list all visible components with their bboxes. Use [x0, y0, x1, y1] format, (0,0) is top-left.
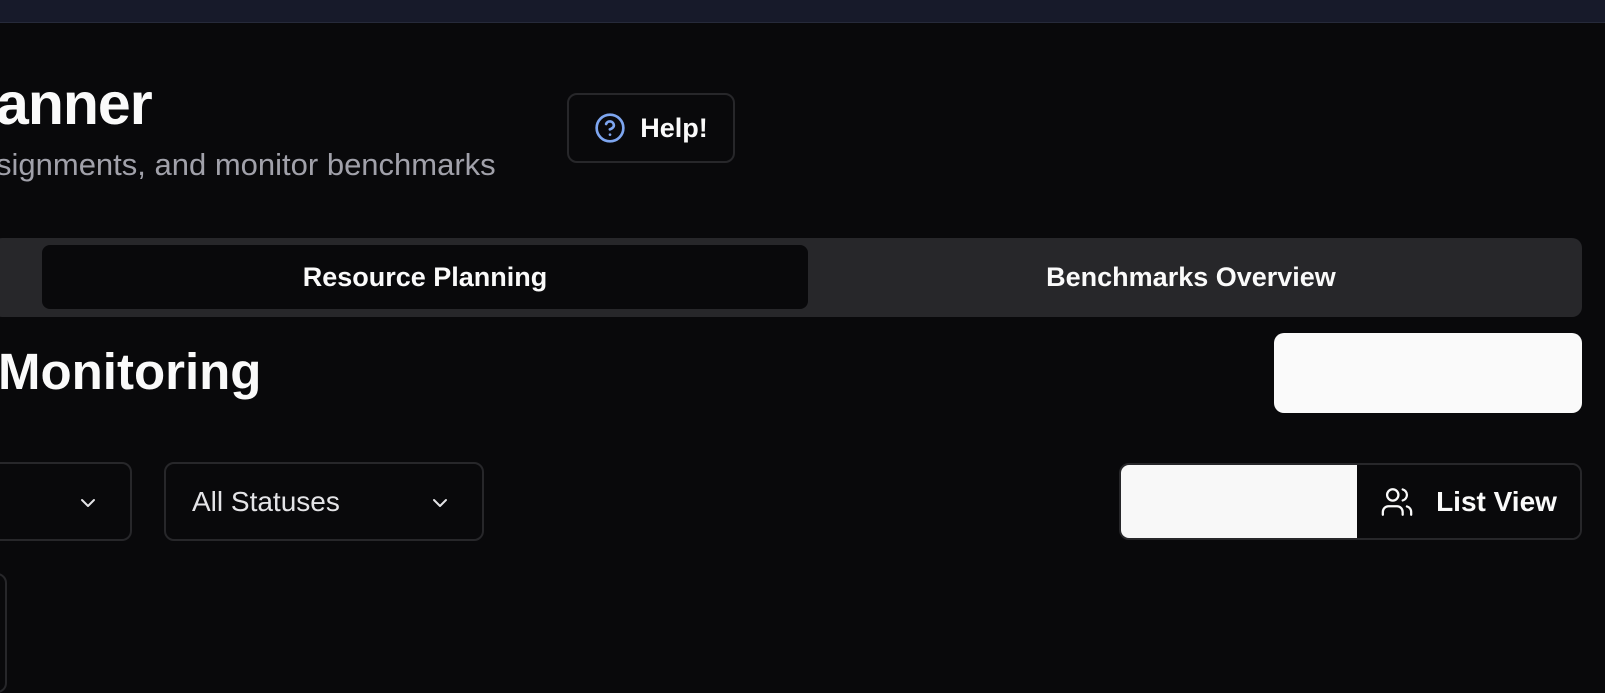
alternate-view-button[interactable] — [1121, 465, 1357, 538]
status-filter-select[interactable]: All Statuses — [164, 462, 484, 541]
help-button[interactable]: Help! — [567, 93, 735, 163]
section-title: Monitoring — [0, 343, 262, 400]
status-filter-value: All Statuses — [192, 485, 340, 517]
help-button-label: Help! — [640, 112, 708, 143]
page-title: anner — [0, 71, 153, 137]
tab-resource-planning[interactable]: Resource Planning — [42, 245, 808, 309]
page-subtitle: signments, and monitor benchmarks — [0, 147, 496, 182]
top-bar — [0, 0, 1605, 23]
help-circle-icon — [594, 112, 626, 144]
chevron-down-icon — [428, 491, 452, 515]
view-toggle: List View — [1119, 463, 1582, 540]
filter-select[interactable] — [0, 462, 132, 541]
content-card — [0, 573, 7, 693]
users-icon — [1380, 485, 1414, 519]
tab-benchmarks-overview[interactable]: Benchmarks Overview — [808, 245, 1574, 309]
chevron-down-icon — [76, 491, 100, 515]
list-view-label: List View — [1436, 485, 1557, 517]
tab-list: Resource Planning Benchmarks Overview — [0, 238, 1582, 317]
list-view-button[interactable]: List View — [1357, 465, 1580, 538]
primary-action-button[interactable] — [1274, 333, 1582, 413]
